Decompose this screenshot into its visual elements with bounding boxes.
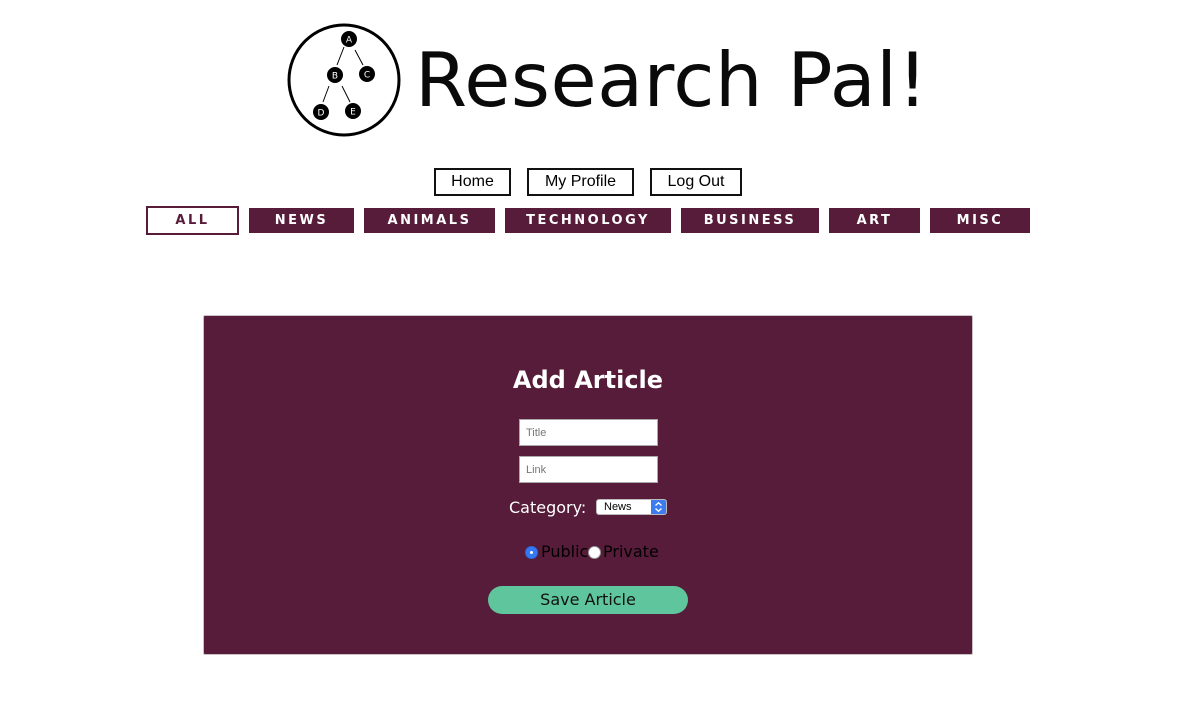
my-profile-button[interactable]: My Profile <box>527 168 634 196</box>
tree-graph-icon: A B C D E <box>287 23 401 137</box>
select-stepper-icon <box>651 500 666 514</box>
category-select-value: News <box>604 501 632 513</box>
category-tab-all[interactable]: ALL <box>146 206 239 235</box>
node-label-b: B <box>332 72 338 82</box>
public-radio-label: Public <box>541 542 589 561</box>
site-title: Research Pal! <box>415 36 929 124</box>
category-tab-misc[interactable]: MISC <box>930 208 1030 233</box>
private-radio[interactable] <box>588 546 601 559</box>
add-article-panel: Add Article Category: News Public Privat… <box>203 315 973 655</box>
private-radio-label: Private <box>603 542 659 561</box>
node-label-e: E <box>350 108 356 118</box>
public-radio[interactable] <box>525 546 538 559</box>
category-select[interactable]: News <box>596 499 667 515</box>
node-label-a: A <box>346 36 353 46</box>
category-tab-news[interactable]: NEWS <box>249 208 354 233</box>
category-tab-art[interactable]: ART <box>829 208 920 233</box>
category-tab-animals[interactable]: ANIMALS <box>364 208 495 233</box>
category-tab-technology[interactable]: TECHNOLOGY <box>505 208 671 233</box>
log-out-button[interactable]: Log Out <box>650 168 742 196</box>
link-input[interactable] <box>519 456 658 483</box>
panel-title: Add Article <box>512 366 664 394</box>
site-logo: A B C D E Research Pal! <box>287 23 928 137</box>
node-label-c: C <box>364 71 370 81</box>
title-input[interactable] <box>519 419 658 446</box>
category-label: Category: <box>509 498 587 517</box>
category-tab-business[interactable]: BUSINESS <box>681 208 819 233</box>
save-article-button[interactable]: Save Article <box>488 586 688 614</box>
node-label-d: D <box>318 109 325 119</box>
home-button[interactable]: Home <box>434 168 511 196</box>
